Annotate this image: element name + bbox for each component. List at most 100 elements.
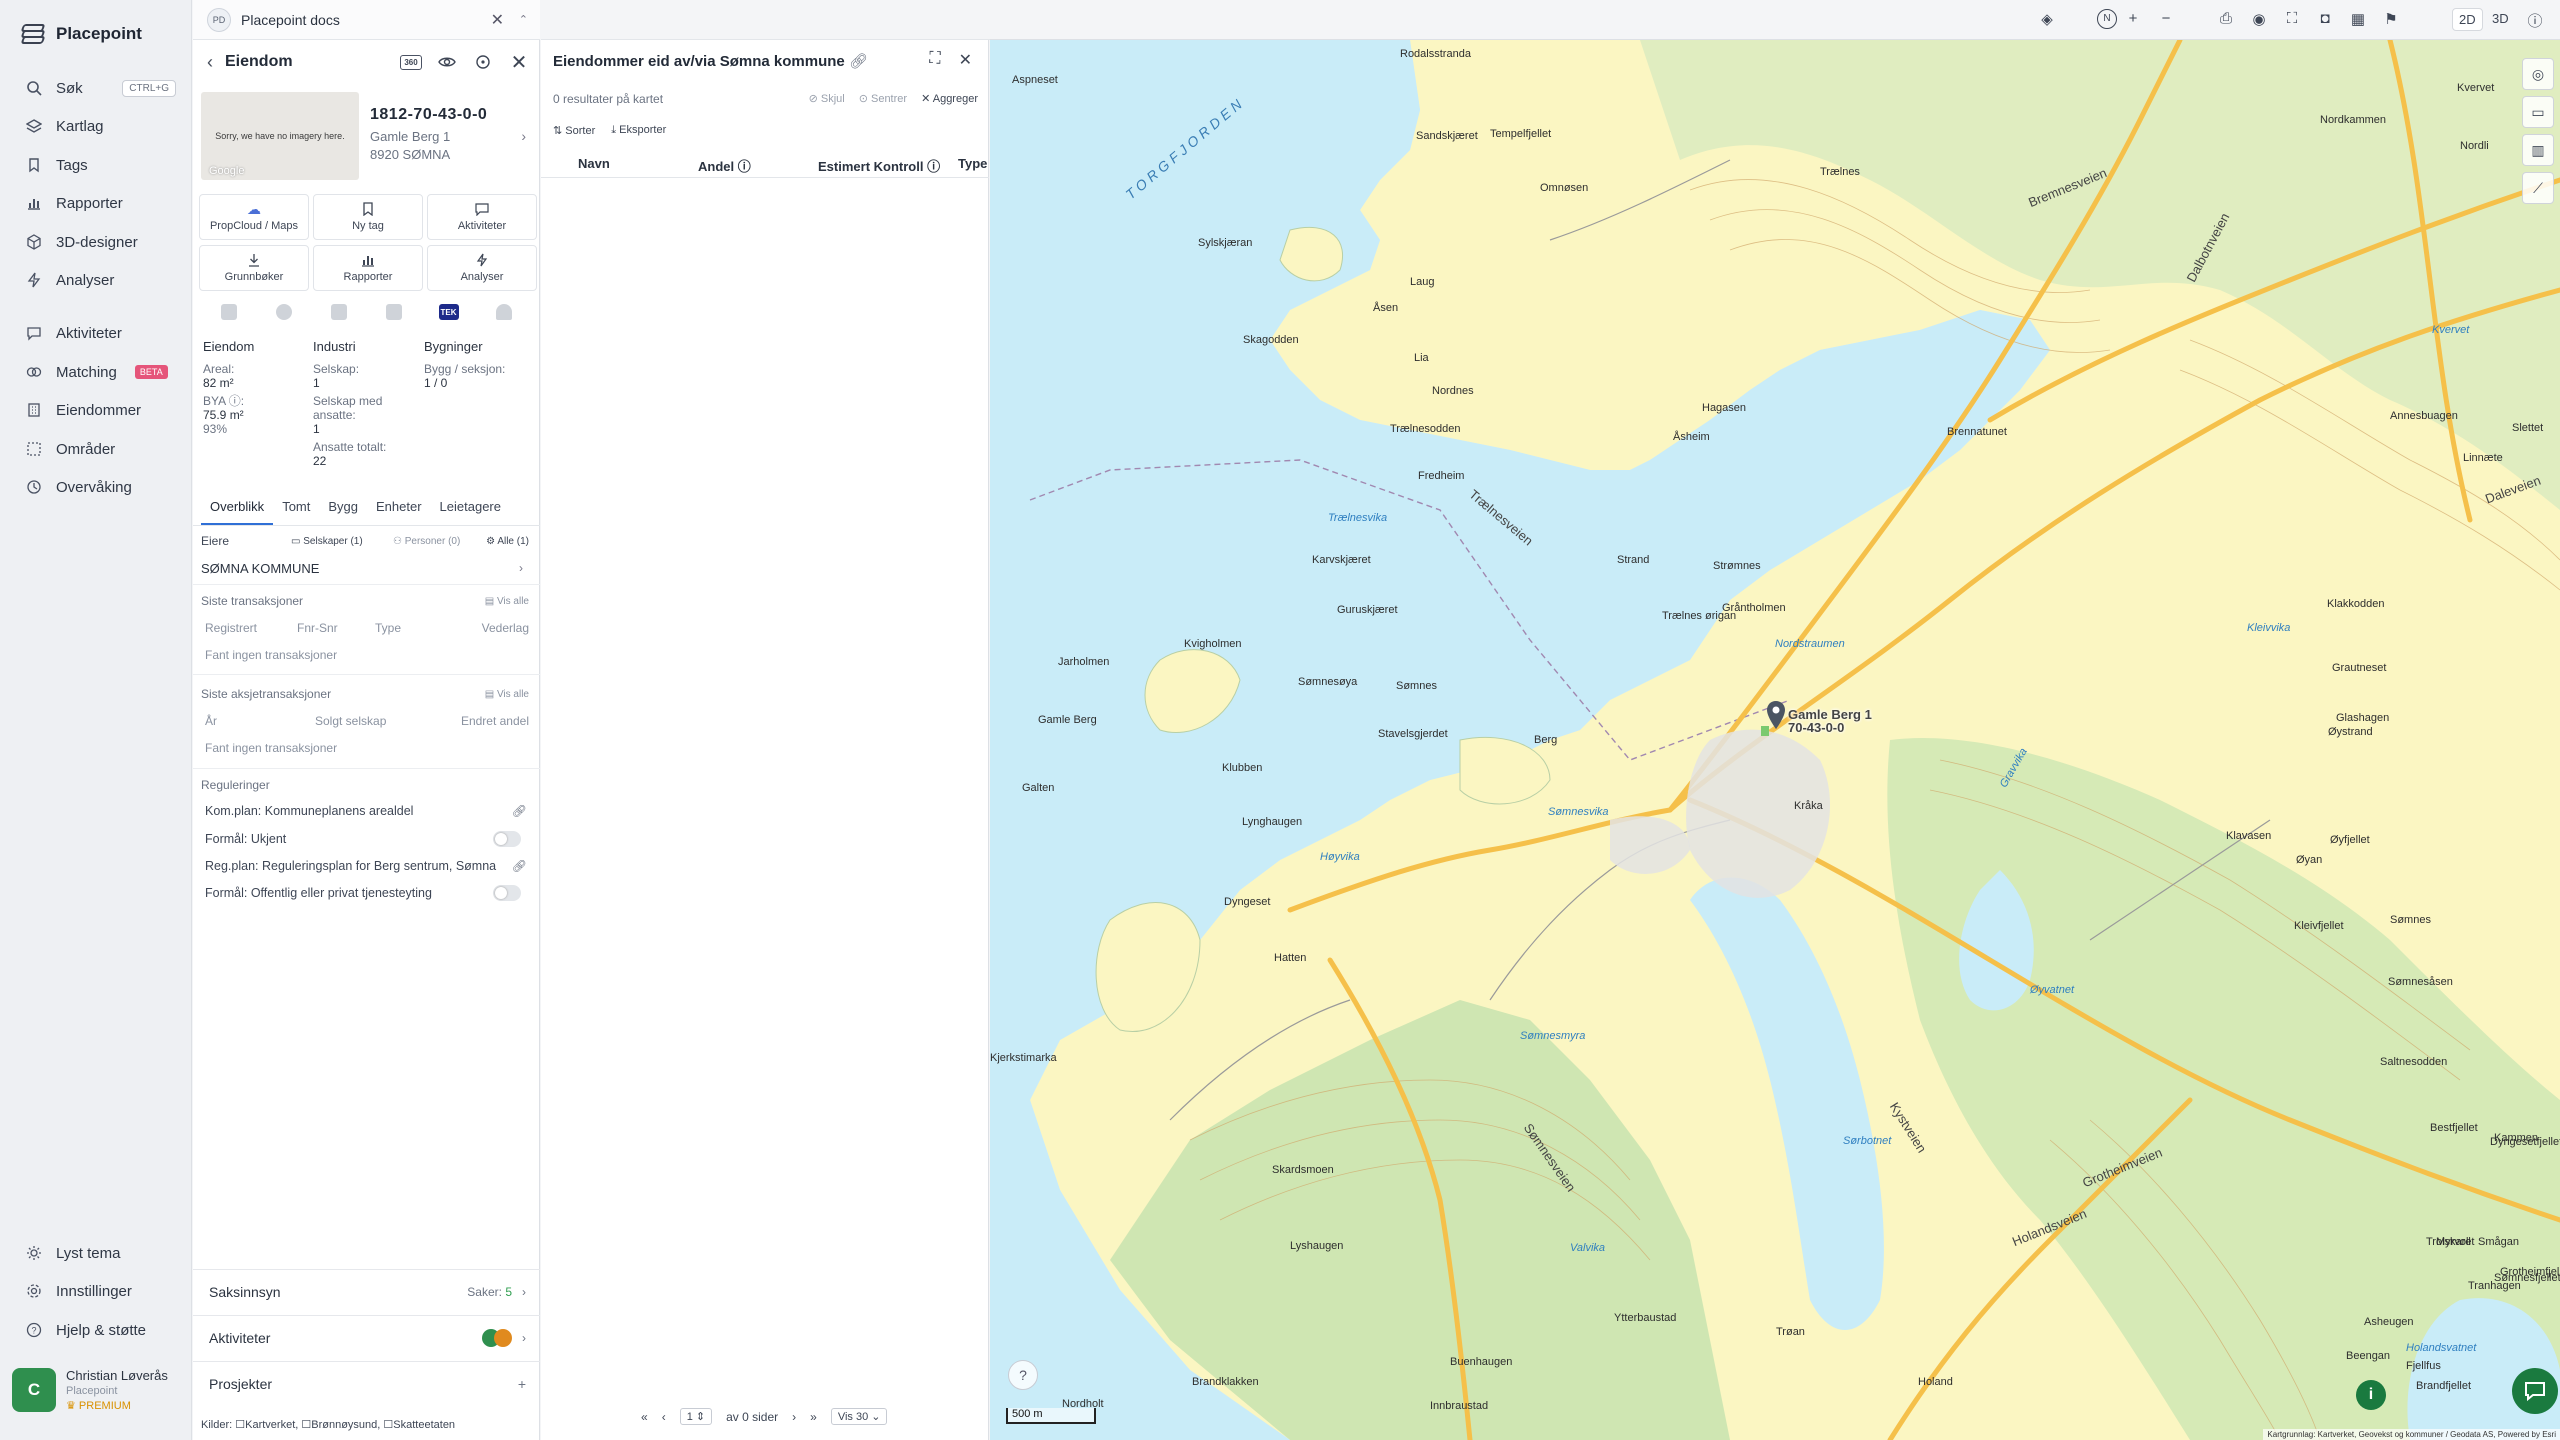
nav-item-innstillinger[interactable]: Innstillinger	[0, 1274, 190, 1308]
nav-item-tags[interactable]: Tags	[0, 148, 190, 182]
plus-icon[interactable]: +	[518, 1376, 526, 1392]
map-profile-control-icon[interactable]: ⟋	[2522, 172, 2554, 204]
nav-item-omrader[interactable]: Områder	[0, 432, 190, 466]
nav-item-3d-designer[interactable]: 3D-designer	[0, 225, 190, 259]
chevron-updown-icon[interactable]: ⌃	[519, 13, 528, 26]
regulation-row[interactable]: Kom.plan: Kommuneplanens arealdel 🔗︎	[201, 802, 531, 820]
bookmark-icon[interactable]: ⚑	[2381, 10, 2401, 28]
sort-button[interactable]: ⇅ Sorter	[553, 124, 595, 137]
filter-companies[interactable]: ▭ Selskaper (1)	[291, 536, 363, 547]
saksinnsyn-section[interactable]: Saksinnsyn Saker: 5 ›	[193, 1269, 540, 1313]
info-icon[interactable]: i	[2356, 1380, 2386, 1410]
brand[interactable]: Placepoint	[20, 20, 142, 48]
property-pin[interactable]: Gamle Berg 1 70-43-0-0	[1766, 700, 1872, 734]
col-type[interactable]: Type	[958, 156, 987, 171]
source-badge[interactable]	[366, 300, 421, 324]
source-link[interactable]: ☐Brønnøysund,	[301, 1419, 380, 1431]
nav-item-search[interactable]: Søk CTRL+G	[0, 71, 190, 105]
tab-leietagere[interactable]: Leietagere	[431, 496, 510, 525]
map-canvas[interactable]: TORGFJORDEN Trælnesvika Sømnesvika Høyvi…	[990, 40, 2560, 1440]
tab-bygg[interactable]: Bygg	[319, 496, 367, 525]
map-chart-control-icon[interactable]: ▥	[2522, 134, 2554, 166]
layers-stack-icon[interactable]: ◈	[2037, 10, 2057, 28]
source-badge[interactable]	[476, 300, 531, 324]
nav-item-kartlag[interactable]: Kartlag	[0, 109, 190, 143]
link-icon[interactable]: 🔗︎	[512, 804, 527, 818]
next-page-icon[interactable]: ›	[792, 1410, 796, 1424]
prev-page-icon[interactable]: ‹	[662, 1410, 666, 1424]
nav-item-overvaking[interactable]: Overvåking	[0, 470, 190, 504]
filter-all[interactable]: ⚙ Alle (1)	[486, 536, 529, 547]
regulation-row[interactable]: Reg.plan: Reguleringsplan for Berg sentr…	[201, 857, 531, 875]
compass-icon[interactable]: N	[2097, 9, 2117, 29]
close-icon[interactable]: ✕	[508, 51, 530, 74]
print-icon[interactable]: ⎙	[2216, 10, 2236, 27]
page-input[interactable]: 1 ⇕	[679, 1408, 713, 1425]
first-page-icon[interactable]: «	[641, 1410, 648, 1424]
eye-icon[interactable]	[436, 51, 458, 73]
aggregate-button[interactable]: ✕ Aggreger	[921, 92, 978, 105]
propcloud-maps-button[interactable]: ☁ PropCloud / Maps	[199, 194, 309, 240]
property-info[interactable]: 1812-70-43-0-0 Gamle Berg 1 8920 SØMNA ›	[370, 106, 530, 164]
nav-item-eiendommer[interactable]: Eiendommer	[0, 393, 190, 427]
owner-row[interactable]: SØMNA KOMMUNE ›	[201, 558, 531, 578]
clear-workspace-icon[interactable]: ✕	[491, 10, 504, 30]
grunnboker-button[interactable]: Grunnbøker	[199, 245, 309, 291]
crosshair-icon[interactable]	[472, 51, 494, 73]
tab-overblikk[interactable]: Overblikk	[201, 496, 274, 525]
tab-enheter[interactable]: Enheter	[367, 496, 431, 525]
grid-icon[interactable]: ▦	[2348, 10, 2368, 28]
transactions-view-all[interactable]: ▤ Vis alle	[485, 596, 529, 607]
nav-item-hjelp[interactable]: ? Hjelp & støtte	[0, 1313, 190, 1347]
zoom-in-icon[interactable]: +	[2123, 10, 2143, 27]
back-arrow-icon[interactable]: ‹	[207, 52, 213, 73]
link-icon[interactable]: 🔗︎	[849, 53, 868, 70]
tab-tomt[interactable]: Tomt	[273, 496, 319, 525]
aktiviteter-section[interactable]: Aktiviteter ›	[193, 1315, 540, 1359]
regulation-toggle[interactable]	[493, 831, 521, 847]
info-circle-icon[interactable]: ⓘ	[2525, 10, 2545, 31]
export-button[interactable]: ⤓ Eksporter	[611, 124, 666, 137]
hide-button[interactable]: ⊘ Skjul	[809, 92, 845, 105]
tek-badge[interactable]: TEK	[421, 300, 476, 324]
fullscreen-icon[interactable]: ⛶	[2282, 10, 2302, 27]
source-badge[interactable]	[311, 300, 366, 324]
nav-item-matching[interactable]: Matching BETA	[0, 355, 190, 389]
close-icon[interactable]: ✕	[959, 50, 972, 70]
col-andel[interactable]: Andel ⓘ	[698, 156, 751, 175]
reports-button[interactable]: Rapporter	[313, 245, 423, 291]
col-navn[interactable]: Navn	[578, 156, 610, 171]
source-badge[interactable]	[256, 300, 311, 324]
regulation-toggle[interactable]	[493, 885, 521, 901]
expand-icon[interactable]: ⛶	[929, 50, 940, 70]
map-help-icon[interactable]: ?	[1008, 1360, 1038, 1390]
source-badge[interactable]	[201, 300, 256, 324]
mode-2d[interactable]: 2D	[2452, 8, 2483, 31]
analyses-button[interactable]: Analyser	[427, 245, 537, 291]
new-tag-button[interactable]: Ny tag	[313, 194, 423, 240]
chat-support-icon[interactable]	[2512, 1368, 2558, 1414]
col-estimert-kontroll[interactable]: Estimert Kontroll ⓘ	[818, 156, 940, 175]
last-page-icon[interactable]: »	[810, 1410, 817, 1424]
source-link[interactable]: ☐Kartverket,	[235, 1419, 298, 1431]
share-transactions-view-all[interactable]: ▤ Vis alle	[485, 689, 529, 700]
per-page-select[interactable]: Vis 30 ⌄	[830, 1408, 888, 1425]
filter-persons[interactable]: ⚇ Personer (0)	[393, 536, 460, 547]
user-profile[interactable]: C Christian Løverås Placepoint ♛ PREMIUM	[12, 1368, 182, 1422]
camera-icon[interactable]: ◘	[2315, 10, 2335, 27]
activities-button[interactable]: Aktiviteter	[427, 194, 537, 240]
zoom-out-icon[interactable]: −	[2156, 10, 2176, 27]
mode-3d[interactable]: 3D	[2486, 8, 2515, 29]
nav-item-rapporter[interactable]: Rapporter	[0, 186, 190, 220]
source-link[interactable]: ☐Skatteetaten	[383, 1419, 455, 1431]
nav-item-analyser[interactable]: Analyser	[0, 263, 190, 297]
workspace-selector[interactable]: PD Placepoint docs ✕ ⌃	[193, 0, 540, 40]
map-layers-control-icon[interactable]: ◎	[2522, 58, 2554, 90]
link-icon[interactable]: 🔗︎	[512, 859, 527, 873]
nav-item-aktiviteter[interactable]: Aktiviteter	[0, 316, 190, 350]
nav-item-lyst-tema[interactable]: Lyst tema	[0, 1236, 190, 1270]
street-imagery-thumbnail[interactable]: Sorry, we have no imagery here. Google	[201, 92, 359, 180]
center-button[interactable]: ⊙ Sentrer	[859, 92, 907, 105]
view-360-button[interactable]: 360	[400, 51, 422, 73]
map-measure-control-icon[interactable]: ▭	[2522, 96, 2554, 128]
